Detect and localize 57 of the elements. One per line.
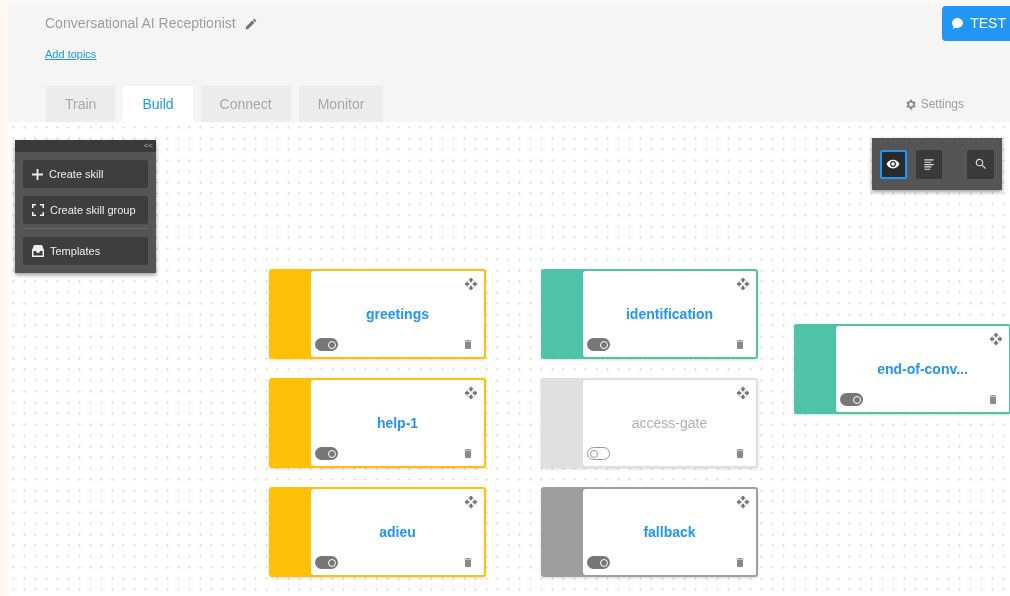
view-toolbar-button[interactable]	[880, 149, 907, 179]
move-icon[interactable]	[464, 495, 478, 509]
side-panel-button[interactable]: Create skill group	[23, 196, 148, 224]
skill-card[interactable]: fallback	[541, 487, 758, 577]
settings-link[interactable]: Settings	[903, 86, 964, 122]
move-icon[interactable]	[464, 386, 478, 400]
toggle-switch[interactable]	[315, 556, 338, 569]
skill-card[interactable]: greetings	[269, 269, 486, 359]
tab[interactable]: Train	[46, 86, 116, 122]
view-toolbar-button[interactable]	[967, 149, 994, 179]
pencil-icon[interactable]	[243, 16, 258, 31]
plus-icon	[32, 168, 43, 180]
toggle-switch[interactable]	[315, 447, 338, 460]
move-icon[interactable]	[736, 386, 750, 400]
skill-name: greetings	[366, 305, 429, 324]
toggle-switch[interactable]	[840, 393, 863, 406]
brackets-icon	[32, 204, 44, 216]
trash-icon[interactable]	[987, 393, 999, 406]
move-icon[interactable]	[989, 332, 1003, 346]
toggle-switch[interactable]	[315, 338, 338, 351]
move-icon[interactable]	[464, 277, 478, 291]
skill-card[interactable]: help-1	[269, 378, 486, 468]
trash-icon[interactable]	[734, 338, 746, 351]
lines-icon	[922, 157, 936, 171]
skill-name: identification	[625, 305, 714, 324]
trash-icon[interactable]	[462, 556, 474, 569]
chat-bubble-icon	[951, 17, 965, 30]
skill-name: adieu	[379, 523, 416, 542]
eye-icon	[886, 157, 901, 171]
side-panel-button[interactable]: Templates	[23, 237, 148, 265]
skill-card[interactable]: end-of-conv...	[794, 324, 1010, 414]
skill-card[interactable]: adieu	[269, 487, 486, 577]
toggle-switch[interactable]	[587, 556, 610, 569]
tab[interactable]: Connect	[200, 86, 291, 122]
side-panel-button[interactable]: Create skill	[23, 160, 148, 188]
skill-name: end-of-conv...	[877, 360, 968, 379]
skill-name: access-gate	[631, 414, 708, 433]
collapse-button[interactable]: <<	[143, 140, 153, 152]
toggle-switch[interactable]	[587, 338, 610, 351]
tab[interactable]: Monitor	[298, 86, 384, 122]
move-icon[interactable]	[736, 495, 750, 509]
move-icon[interactable]	[736, 277, 750, 291]
test-button[interactable]: TEST	[942, 6, 1010, 41]
skill-card[interactable]: identification	[541, 269, 758, 359]
tab[interactable]: Build	[123, 86, 193, 122]
search-icon	[973, 157, 988, 171]
toggle-switch[interactable]	[587, 447, 610, 460]
trash-icon[interactable]	[734, 556, 746, 569]
tray-icon	[32, 245, 44, 257]
skill-name: fallback	[643, 523, 696, 542]
trash-icon[interactable]	[462, 447, 474, 460]
skill-name: help-1	[376, 414, 419, 433]
add-topics-link[interactable]: Add topics	[45, 46, 97, 63]
skill-card[interactable]: access-gate	[541, 378, 758, 468]
trash-icon[interactable]	[734, 447, 746, 460]
trash-icon[interactable]	[462, 338, 474, 351]
project-title: Conversational AI Receptionist	[45, 14, 236, 33]
